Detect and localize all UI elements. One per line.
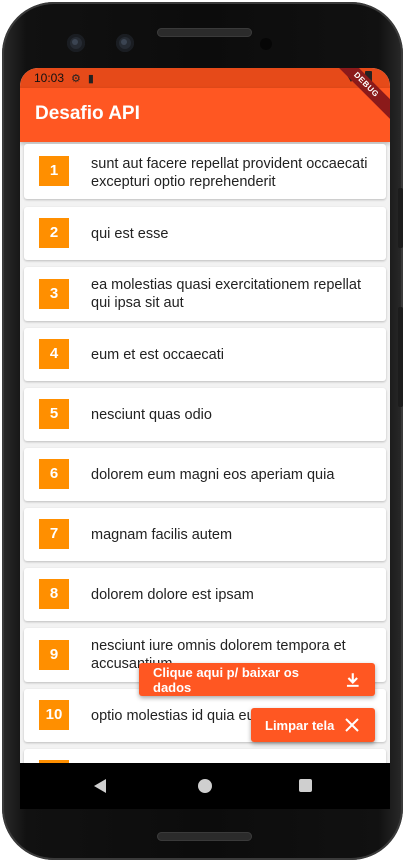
post-title: eum et est occaecati bbox=[91, 347, 224, 363]
recent-apps-icon[interactable] bbox=[299, 779, 312, 792]
post-id-badge: 8 bbox=[39, 579, 69, 609]
back-icon[interactable] bbox=[94, 779, 106, 793]
list-item[interactable]: 8 dolorem dolore est ipsam bbox=[24, 568, 386, 621]
home-icon[interactable] bbox=[198, 779, 212, 793]
post-id-badge: 5 bbox=[39, 399, 69, 429]
list-item[interactable]: 1 sunt aut facere repellat provident occ… bbox=[24, 144, 386, 199]
post-id-badge: 1 bbox=[39, 156, 69, 186]
post-id-badge: 7 bbox=[39, 519, 69, 549]
list-item[interactable]: 7 magnam facilis autem bbox=[24, 508, 386, 561]
list-item[interactable]: 2 qui est esse bbox=[24, 207, 386, 260]
post-title: nesciunt quas odio bbox=[91, 407, 212, 423]
download-icon bbox=[347, 672, 360, 687]
post-id-badge: 10 bbox=[39, 700, 69, 730]
proximity-sensor bbox=[260, 38, 272, 50]
post-title: qui est esse bbox=[91, 226, 169, 242]
list-item[interactable]: 5 nesciunt quas odio bbox=[24, 388, 386, 441]
volume-button bbox=[398, 188, 403, 248]
post-id-badge: 3 bbox=[39, 279, 69, 309]
sim-icon: ▮ bbox=[87, 72, 94, 85]
download-button-label: Clique aqui p/ baixar os dados bbox=[153, 664, 299, 695]
system-nav-bar bbox=[20, 763, 390, 809]
power-button bbox=[398, 307, 403, 407]
post-id-badge: 6 bbox=[39, 459, 69, 489]
app-bar: Desafio API bbox=[20, 88, 390, 142]
list-item[interactable]: 3 ea molestias quasi exercitationem repe… bbox=[24, 267, 386, 321]
clear-screen-button[interactable]: Limpar tela bbox=[251, 708, 375, 742]
post-title: magnam facilis autem bbox=[91, 527, 233, 543]
list-item[interactable]: 6 dolorem eum magni eos aperiam quia bbox=[24, 448, 386, 501]
post-id-badge: 2 bbox=[39, 218, 69, 248]
list-item[interactable]: 4 eum et est occaecati bbox=[24, 328, 386, 381]
post-title: dolorem eum magni eos aperiam quia bbox=[91, 467, 335, 483]
post-title: ea molestias quasi exercitationem repell… bbox=[91, 277, 361, 311]
settings-icon: ⚙ bbox=[71, 72, 81, 85]
list-item[interactable] bbox=[24, 749, 386, 763]
status-bar: 10:03 ⚙ ▮ bbox=[20, 68, 390, 88]
post-id-badge: 9 bbox=[39, 640, 69, 670]
clear-button-label: Limpar tela bbox=[265, 717, 335, 733]
page-title: Desafio API bbox=[35, 103, 140, 124]
front-camera-icon bbox=[67, 34, 85, 52]
post-id-badge: 4 bbox=[39, 339, 69, 369]
earpiece-speaker bbox=[157, 28, 252, 37]
download-data-button[interactable]: Clique aqui p/ baixar os dados bbox=[139, 663, 375, 696]
post-title: dolorem dolore est ipsam bbox=[91, 587, 254, 603]
phone-frame: 10:03 ⚙ ▮ Desafio API DEBUG 1 sunt aut f… bbox=[2, 2, 403, 860]
post-title: sunt aut facere repellat provident occae… bbox=[91, 156, 368, 190]
front-sensor-icon bbox=[116, 34, 134, 52]
status-time: 10:03 bbox=[34, 71, 65, 85]
bottom-speaker bbox=[157, 832, 252, 841]
device-screen: 10:03 ⚙ ▮ Desafio API DEBUG 1 sunt aut f… bbox=[20, 68, 390, 809]
close-icon bbox=[345, 718, 360, 732]
